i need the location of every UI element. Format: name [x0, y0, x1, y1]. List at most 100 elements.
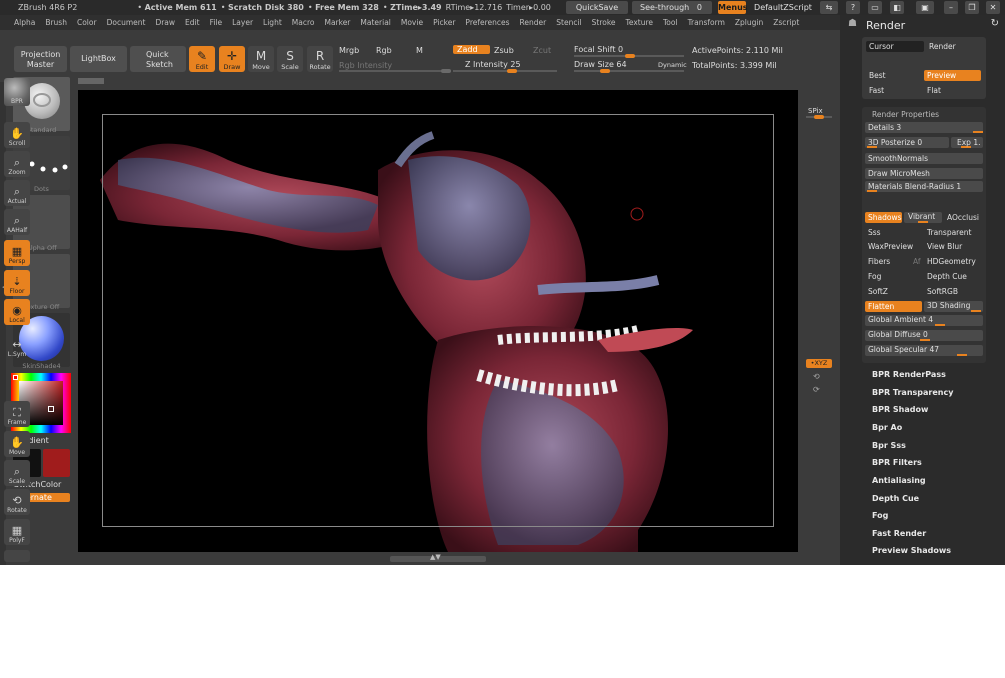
- depth-cue-subpalette[interactable]: Depth Cue: [872, 494, 919, 503]
- quicksave-button[interactable]: QuickSave: [566, 1, 628, 14]
- see-through-slider[interactable]: See-through 0: [632, 1, 712, 14]
- focal-shift-track[interactable]: [574, 54, 684, 58]
- menu-stroke[interactable]: Stroke: [592, 18, 616, 27]
- preview-button[interactable]: Preview: [924, 70, 981, 81]
- bpr-filters-subpalette[interactable]: BPR Filters: [872, 458, 922, 467]
- menu-transform[interactable]: Transform: [688, 18, 725, 27]
- close-icon[interactable]: ✕: [986, 1, 1000, 14]
- fog-subpalette[interactable]: Fog: [872, 511, 888, 520]
- menu-zscript[interactable]: Zscript: [773, 18, 799, 27]
- menu-movie[interactable]: Movie: [401, 18, 423, 27]
- render-button[interactable]: Render: [926, 41, 982, 52]
- canvas-tab[interactable]: [78, 78, 104, 84]
- spix-track[interactable]: [806, 115, 832, 119]
- secondary-color-swatch[interactable]: [43, 449, 70, 477]
- menu-picker[interactable]: Picker: [433, 18, 455, 27]
- softrgb-toggle[interactable]: SoftRGB: [924, 286, 983, 297]
- arrows-icon[interactable]: ⇆: [820, 1, 838, 14]
- maximize-icon[interactable]: ❐: [965, 1, 979, 14]
- m-toggle[interactable]: M: [416, 46, 423, 55]
- mrgb-toggle[interactable]: Mrgb: [339, 46, 359, 55]
- af-toggle[interactable]: Af: [910, 256, 922, 267]
- menu-color[interactable]: Color: [77, 18, 97, 27]
- transp-button[interactable]: [4, 550, 30, 562]
- menu-macro[interactable]: Macro: [292, 18, 315, 27]
- persp-button[interactable]: ▦ Persp: [4, 240, 30, 266]
- z-intensity-slider[interactable]: Z Intensity 25: [465, 60, 521, 69]
- rotate-view-button[interactable]: ⟲ Rotate: [4, 489, 30, 515]
- help-icon[interactable]: ?: [846, 1, 860, 14]
- bpr-ao-subpalette[interactable]: Bpr Ao: [872, 423, 902, 432]
- projection-master-button[interactable]: Projection Master: [14, 46, 67, 72]
- bpr-sss-subpalette[interactable]: Bpr Sss: [872, 441, 906, 450]
- floor-button[interactable]: ⇣ Floor: [4, 270, 30, 296]
- focal-shift-slider[interactable]: Focal Shift 0: [574, 45, 623, 54]
- default-zscript[interactable]: DefaultZScript: [749, 1, 817, 14]
- draw-size-slider[interactable]: Draw Size 64: [574, 60, 627, 69]
- aahalf-button[interactable]: ⌕ AAHalf: [4, 209, 30, 235]
- layout2-icon[interactable]: ◧: [890, 1, 904, 14]
- menu-tool[interactable]: Tool: [663, 18, 678, 27]
- best-button[interactable]: Best: [866, 70, 922, 81]
- menu-preferences[interactable]: Preferences: [465, 18, 509, 27]
- scale-view-button[interactable]: ⌕ Scale: [4, 460, 30, 486]
- quick-sketch-button[interactable]: Quick Sketch: [130, 46, 186, 72]
- menus-toggle[interactable]: Menus: [718, 1, 748, 14]
- save-icon[interactable]: ▣: [916, 1, 934, 14]
- palette-reset-icon[interactable]: ↻: [991, 18, 999, 29]
- sss-toggle[interactable]: Sss: [865, 227, 921, 238]
- rgb-intensity-slider[interactable]: Rgb Intensity: [339, 61, 392, 70]
- lightbox-button[interactable]: LightBox: [70, 46, 127, 72]
- view-blur-toggle[interactable]: View Blur: [924, 241, 983, 252]
- local-button[interactable]: ◉ Local: [4, 299, 30, 325]
- menu-material[interactable]: Material: [360, 18, 390, 27]
- bpr-button[interactable]: BPR: [4, 78, 30, 106]
- bpr-transparency-subpalette[interactable]: BPR Transparency: [872, 388, 953, 397]
- fog-toggle[interactable]: Fog: [865, 271, 921, 282]
- antialiasing-subpalette[interactable]: Antialiasing: [872, 476, 926, 485]
- scroll-button[interactable]: ✋ Scroll: [4, 122, 30, 148]
- depth-cue-toggle[interactable]: Depth Cue: [924, 271, 983, 282]
- menu-brush[interactable]: Brush: [45, 18, 67, 27]
- menu-texture[interactable]: Texture: [626, 18, 653, 27]
- move-view-button[interactable]: ✋ Move: [4, 431, 30, 457]
- z-intensity-track[interactable]: [453, 69, 557, 73]
- lsym-button[interactable]: ↔ L.Sym: [4, 333, 30, 359]
- flat-button[interactable]: Flat: [924, 85, 981, 96]
- hdgeometry-toggle[interactable]: HDGeometry: [924, 256, 983, 267]
- rotate-axis-icon[interactable]: ⟲: [813, 372, 820, 381]
- flatten-toggle[interactable]: Flatten: [865, 301, 922, 312]
- zoom-button[interactable]: ⌕ Zoom: [4, 151, 30, 177]
- zadd-toggle[interactable]: Zadd: [453, 45, 490, 54]
- softz-toggle[interactable]: SoftZ: [865, 286, 921, 297]
- layout-icon[interactable]: ▭: [868, 1, 882, 14]
- zcut-toggle[interactable]: Zcut: [533, 46, 551, 55]
- zsub-toggle[interactable]: Zsub: [494, 46, 514, 55]
- polyf-button[interactable]: ▦ PolyF: [4, 519, 30, 545]
- preview-shadows-subpalette[interactable]: Preview Shadows: [872, 546, 951, 555]
- minimize-icon[interactable]: –: [944, 1, 958, 14]
- rgb-intensity-track[interactable]: [339, 69, 451, 73]
- menu-stencil[interactable]: Stencil: [556, 18, 581, 27]
- rotate-axis2-icon[interactable]: ⟳: [813, 385, 820, 394]
- spix-slider[interactable]: SPix: [808, 107, 823, 115]
- shadows-toggle[interactable]: Shadows: [865, 212, 902, 223]
- rgb-toggle[interactable]: Rgb: [376, 46, 392, 55]
- draw-button[interactable]: ✛ Draw: [219, 46, 245, 72]
- menu-draw[interactable]: Draw: [155, 18, 175, 27]
- fibers-toggle[interactable]: Fibers: [865, 256, 911, 267]
- menu-render[interactable]: Render: [520, 18, 547, 27]
- menu-document[interactable]: Document: [107, 18, 146, 27]
- bpr-renderpass-subpalette[interactable]: BPR RenderPass: [872, 370, 946, 379]
- scroll-arrows-icon[interactable]: ▲▼: [430, 553, 441, 561]
- move-button[interactable]: M Move: [248, 46, 274, 72]
- fast-render-subpalette[interactable]: Fast Render: [872, 529, 926, 538]
- menu-zplugin[interactable]: Zplugin: [735, 18, 763, 27]
- xyz-toggle[interactable]: •XYZ: [806, 359, 832, 368]
- rotate-button[interactable]: R Rotate: [307, 46, 333, 72]
- fast-button[interactable]: Fast: [866, 85, 922, 96]
- transparent-toggle[interactable]: Transparent: [924, 227, 983, 238]
- menu-light[interactable]: Light: [263, 18, 282, 27]
- menu-layer[interactable]: Layer: [232, 18, 253, 27]
- menu-edit[interactable]: Edit: [185, 18, 200, 27]
